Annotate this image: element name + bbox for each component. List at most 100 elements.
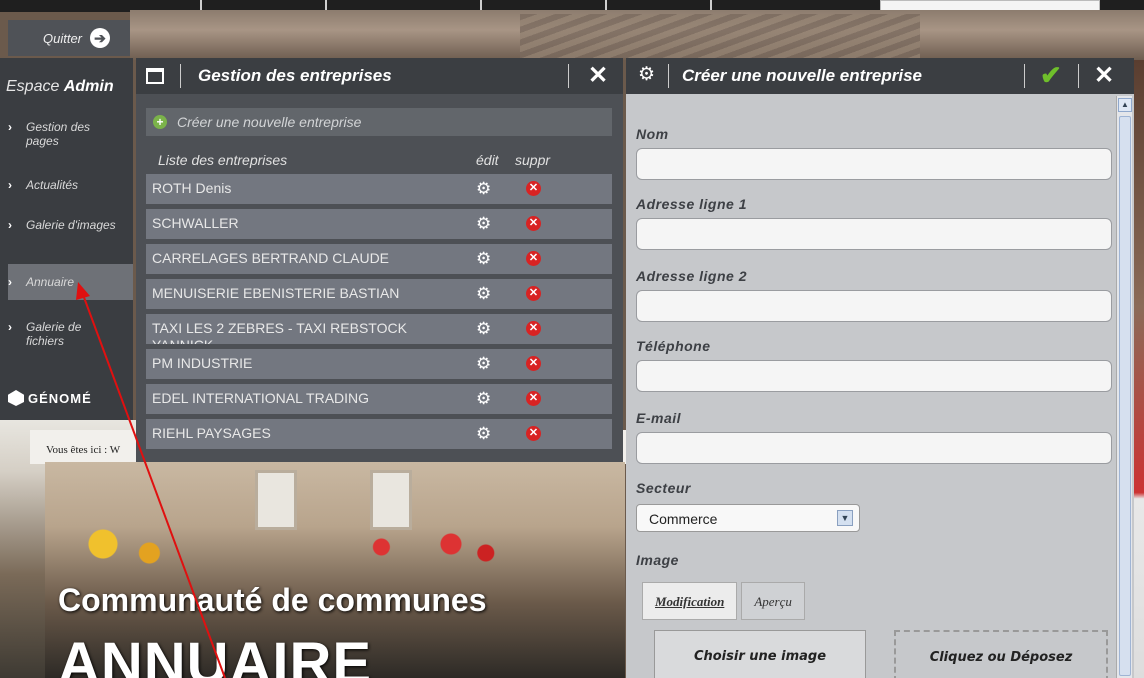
header-separator	[568, 64, 569, 88]
nom-field[interactable]	[636, 148, 1112, 180]
delete-circle-icon[interactable]: ✕	[526, 426, 541, 441]
sidebar-item-label: Actualités	[26, 178, 79, 192]
space-title-bold: Admin	[63, 78, 114, 95]
company-row[interactable]: EDEL INTERNATIONAL TRADING ⚙ ✕	[146, 384, 612, 414]
admin-sidebar: Espace Admin › Gestion des pages › Actua…	[0, 58, 133, 420]
email-label: E-mail	[636, 410, 682, 426]
sidebar-item-galerie-fichiers[interactable]: › Galerie de fichiers	[8, 320, 133, 348]
gear-icon[interactable]: ⚙	[476, 180, 491, 197]
form-scrollbar[interactable]: ▲	[1116, 96, 1132, 678]
secteur-value: Commerce	[649, 511, 718, 527]
company-row[interactable]: ROTH Denis ⚙ ✕	[146, 174, 612, 204]
adresse2-field[interactable]	[636, 290, 1112, 322]
delete-circle-icon[interactable]: ✕	[526, 181, 541, 196]
add-circle-icon: +	[153, 115, 167, 129]
image-tabs: Modification Aperçu	[642, 582, 805, 620]
header-separator	[180, 64, 181, 88]
company-row[interactable]: CARRELAGES BERTRAND CLAUDE ⚙ ✕	[146, 244, 612, 274]
quit-label: Quitter	[43, 30, 83, 46]
company-name: TAXI LES 2 ZEBRES - TAXI REBSTOCK YANNIC…	[152, 320, 407, 344]
sidebar-item-label: Galerie de fichiers	[26, 320, 82, 348]
sidebar-item-label: Annuaire	[26, 275, 75, 289]
image-label: Image	[636, 552, 679, 568]
chevron-right-icon: ›	[8, 218, 12, 232]
gear-icon[interactable]: ⚙	[476, 320, 491, 337]
gear-icon[interactable]: ⚙	[476, 215, 491, 232]
column-edit-header: édit	[476, 152, 499, 168]
company-row[interactable]: MENUISERIE EBENISTERIE BASTIAN ⚙ ✕	[146, 279, 612, 309]
companies-panel-header: Gestion des entreprises ✕	[136, 58, 623, 94]
tab-modification[interactable]: Modification	[642, 582, 738, 620]
sidebar-item-actualites[interactable]: › Actualités	[8, 178, 133, 192]
check-icon[interactable]: ✔	[1040, 60, 1066, 91]
create-company-button[interactable]: + Créer une nouvelle entreprise	[146, 108, 612, 136]
header-photo-roof	[520, 14, 920, 58]
image-drop-zone[interactable]: Cliquez ou Déposez	[894, 630, 1108, 678]
sidebar-item-label: Gestion des pages	[26, 120, 91, 148]
company-row[interactable]: SCHWALLER ⚙ ✕	[146, 209, 612, 239]
company-name: RIEHL PAYSAGES	[152, 425, 271, 441]
company-list-header: Liste des entreprises édit suppr	[158, 152, 598, 168]
genome-logo: GÉNOMÉ	[8, 390, 92, 406]
company-name: CARRELAGES BERTRAND CLAUDE	[152, 250, 390, 266]
sidebar-item-annuaire[interactable]: › Annuaire	[8, 264, 133, 300]
email-field[interactable]	[636, 432, 1112, 464]
telephone-field[interactable]	[636, 360, 1112, 392]
gear-icon[interactable]: ⚙	[476, 390, 491, 407]
companies-panel-title: Gestion des entreprises	[198, 66, 392, 85]
header-separator	[1024, 64, 1025, 88]
window-icon	[146, 68, 164, 84]
photo-flowers	[45, 520, 625, 580]
delete-circle-icon[interactable]: ✕	[526, 251, 541, 266]
create-company-label: Créer une nouvelle entreprise	[177, 114, 362, 130]
company-list: ROTH Denis ⚙ ✕ SCHWALLER ⚙ ✕ CARRELAGES …	[146, 174, 612, 454]
dropdown-arrow-icon[interactable]: ▼	[837, 510, 853, 526]
banner-heading: ANNUAIRE	[58, 631, 373, 678]
adresse1-field[interactable]	[636, 218, 1112, 250]
logout-icon: ➔	[90, 28, 111, 48]
tab-apercu[interactable]: Aperçu	[741, 582, 805, 620]
gear-icon[interactable]: ⚙	[476, 355, 491, 372]
company-name: SCHWALLER	[152, 215, 239, 231]
company-row[interactable]: PM INDUSTRIE ⚙ ✕	[146, 349, 612, 379]
create-panel-header: ⚙ Créer une nouvelle entreprise ✔ ✕	[626, 58, 1134, 94]
header-separator	[668, 64, 669, 88]
gear-icon[interactable]: ⚙	[476, 285, 491, 302]
header-separator	[1078, 64, 1079, 88]
sidebar-item-label: Galerie d'images	[26, 218, 116, 232]
genome-logo-mark	[8, 390, 24, 406]
company-name: EDEL INTERNATIONAL TRADING	[152, 390, 370, 406]
column-delete-header: suppr	[515, 152, 551, 168]
space-title-prefix: Espace	[6, 78, 60, 95]
company-row[interactable]: TAXI LES 2 ZEBRES - TAXI REBSTOCK YANNIC…	[146, 314, 612, 344]
scroll-thumb[interactable]	[1119, 116, 1131, 676]
delete-circle-icon[interactable]: ✕	[526, 216, 541, 231]
chevron-right-icon: ›	[8, 120, 12, 134]
banner-title: Communauté de communes	[58, 582, 487, 618]
gear-icon[interactable]: ⚙	[476, 425, 491, 442]
gear-icon: ⚙	[638, 64, 656, 85]
create-company-panel: ⚙ Créer une nouvelle entreprise ✔ ✕ ▲ No…	[626, 58, 1134, 678]
quit-button[interactable]: Quitter ➔	[8, 20, 130, 56]
choose-image-button[interactable]: Choisir une image	[654, 630, 866, 678]
sidebar-item-galerie-images[interactable]: › Galerie d'images	[8, 218, 133, 232]
delete-circle-icon[interactable]: ✕	[526, 391, 541, 406]
secteur-label: Secteur	[636, 480, 691, 496]
company-name: PM INDUSTRIE	[152, 355, 253, 371]
secteur-select[interactable]: Commerce ▼	[636, 504, 860, 532]
breadcrumb: Vous êtes ici : W	[46, 444, 121, 456]
sidebar-item-gestion-pages[interactable]: › Gestion des pages	[8, 120, 133, 148]
chevron-right-icon: ›	[8, 275, 12, 289]
company-name: MENUISERIE EBENISTERIE BASTIAN	[152, 285, 400, 301]
scroll-up-icon[interactable]: ▲	[1118, 98, 1132, 112]
delete-circle-icon[interactable]: ✕	[526, 356, 541, 371]
delete-circle-icon[interactable]: ✕	[526, 286, 541, 301]
companies-panel: Gestion des entreprises ✕ + Créer une no…	[136, 58, 623, 462]
close-icon[interactable]: ✕	[1092, 61, 1116, 90]
delete-circle-icon[interactable]: ✕	[526, 321, 541, 336]
company-row[interactable]: RIEHL PAYSAGES ⚙ ✕	[146, 419, 612, 449]
nom-label: Nom	[636, 126, 669, 142]
adresse2-label: Adresse ligne 2	[636, 268, 747, 284]
gear-icon[interactable]: ⚙	[476, 250, 491, 267]
close-icon[interactable]: ✕	[584, 61, 612, 90]
